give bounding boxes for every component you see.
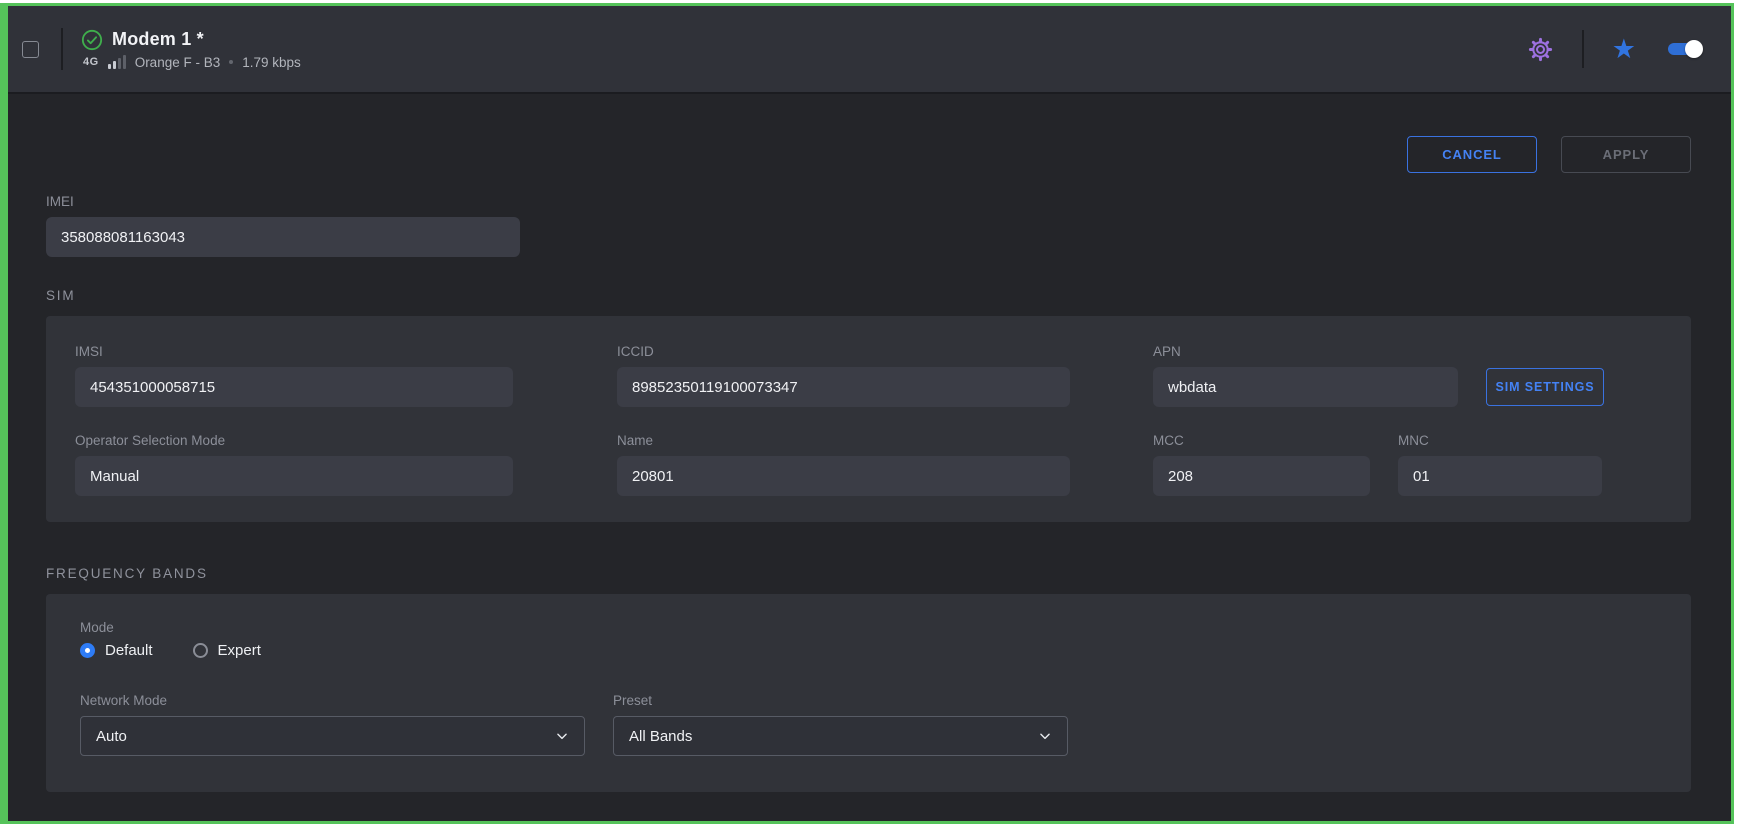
gear-icon <box>1527 36 1554 63</box>
mnc-label: MNC <box>1398 433 1602 448</box>
mode-label: Mode <box>80 620 1657 635</box>
screen: Modem 1 * 4G Orange F - B3 1.79 kbps <box>0 0 1738 829</box>
imei-input[interactable] <box>46 217 520 257</box>
mcc-input[interactable] <box>1153 456 1370 496</box>
throughput-value: 1.79 kbps <box>242 55 301 70</box>
toggle-knob <box>1685 40 1703 58</box>
sim-settings-button[interactable]: SIM SETTINGS <box>1486 368 1604 406</box>
dot-separator <box>229 60 233 64</box>
preset-value: All Bands <box>629 728 692 745</box>
status-check-icon <box>81 29 103 51</box>
mnc-field: MNC <box>1398 433 1602 496</box>
title-block: Modem 1 * 4G Orange F - B3 1.79 kbps <box>81 29 301 70</box>
operator-name: Orange F - B3 <box>135 55 221 70</box>
iccid-input[interactable] <box>617 367 1070 407</box>
apn-field: APN <box>1153 344 1458 407</box>
form-actions: CANCEL APPLY <box>46 136 1691 173</box>
mode-radio-group: Default Expert <box>80 642 1657 659</box>
frequency-bands-section-label: FREQUENCY BANDS <box>46 566 1691 581</box>
header-right: ★ <box>1525 30 1699 68</box>
mcc-label: MCC <box>1153 433 1370 448</box>
apply-button[interactable]: APPLY <box>1561 136 1691 173</box>
modem-settings-form: CANCEL APPLY IMEI SIM IMSI ICCID <box>8 94 1731 824</box>
iccid-field: ICCID <box>617 344 1070 407</box>
network-mode-field: Network Mode Auto <box>80 693 585 756</box>
iccid-label: ICCID <box>617 344 1070 359</box>
network-mode-label: Network Mode <box>80 693 585 708</box>
operator-selection-mode-input[interactable] <box>75 456 513 496</box>
operator-selection-mode-label: Operator Selection Mode <box>75 433 513 448</box>
name-field: Name <box>617 433 1070 496</box>
chevron-down-icon <box>555 729 569 743</box>
name-label: Name <box>617 433 1070 448</box>
preset-label: Preset <box>613 693 1068 708</box>
modem-header: Modem 1 * 4G Orange F - B3 1.79 kbps <box>8 6 1731 94</box>
modem-enable-toggle[interactable] <box>1668 43 1699 55</box>
preset-field: Preset All Bands <box>613 693 1068 756</box>
chevron-down-icon <box>1038 729 1052 743</box>
apn-label: APN <box>1153 344 1458 359</box>
mode-radio-default[interactable]: Default <box>80 642 153 659</box>
mnc-input[interactable] <box>1398 456 1602 496</box>
cancel-button[interactable]: CANCEL <box>1407 136 1537 173</box>
sim-panel: IMSI ICCID APN SIM SETTINGS Ope <box>46 316 1691 522</box>
preset-select[interactable]: All Bands <box>613 716 1068 756</box>
modem-select-checkbox[interactable] <box>22 41 39 58</box>
network-mode-value: Auto <box>96 728 127 745</box>
radio-unchecked-icon <box>193 643 208 658</box>
header-left: Modem 1 * 4G Orange F - B3 1.79 kbps <box>22 28 301 70</box>
network-type-badge: 4G <box>83 56 99 68</box>
imsi-input[interactable] <box>75 367 513 407</box>
connection-status-row: 4G Orange F - B3 1.79 kbps <box>81 55 301 70</box>
mcc-field: MCC <box>1153 433 1370 496</box>
header-divider <box>61 28 63 70</box>
network-mode-select[interactable]: Auto <box>80 716 585 756</box>
apn-input[interactable] <box>1153 367 1458 407</box>
modem-card: Modem 1 * 4G Orange F - B3 1.79 kbps <box>0 3 1734 824</box>
modem-settings-button[interactable] <box>1525 34 1556 65</box>
imsi-label: IMSI <box>75 344 513 359</box>
radio-checked-icon <box>80 643 95 658</box>
favorite-star-icon[interactable]: ★ <box>1610 36 1638 63</box>
frequency-bands-panel: Mode Default Expert Network Mode <box>46 594 1691 792</box>
imei-label: IMEI <box>46 194 520 209</box>
name-input[interactable] <box>617 456 1070 496</box>
operator-selection-mode-field: Operator Selection Mode <box>75 433 513 496</box>
sim-section-label: SIM <box>46 288 1691 303</box>
mode-radio-expert[interactable]: Expert <box>193 642 261 659</box>
page-title: Modem 1 * <box>112 29 204 50</box>
imsi-field: IMSI <box>75 344 513 407</box>
signal-strength-icon <box>108 55 126 69</box>
header-divider-2 <box>1582 30 1584 68</box>
imei-field: IMEI <box>46 194 520 257</box>
